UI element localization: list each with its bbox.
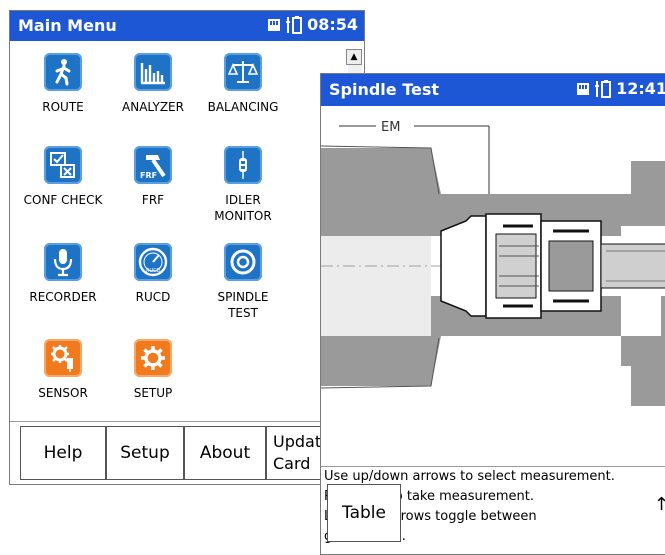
- spindle-icon: [224, 243, 262, 281]
- tile-label: SENSOR: [38, 386, 88, 400]
- tile-label: IDLER MONITOR: [214, 193, 272, 223]
- spindle-diagram: EM: [321, 120, 665, 406]
- spindle-test-tile[interactable]: SPINDLE TEST: [200, 243, 286, 321]
- tile-label: ANALYZER: [122, 100, 184, 114]
- setup-tile[interactable]: SETUP: [110, 339, 196, 401]
- up-arrow-icon[interactable]: ↑: [654, 494, 665, 515]
- gear-icon: [134, 339, 172, 377]
- main-menu-window: Main Menu 08:54 ▲ ROUTE ANALYZER BALANCI…: [9, 10, 365, 485]
- checkbox-list-icon: [44, 146, 82, 184]
- main-menu-title: Main Menu: [18, 16, 117, 35]
- table-button[interactable]: Table: [327, 484, 401, 542]
- sensor-tile[interactable]: SENSOR: [20, 339, 106, 401]
- gauge-dial-icon: RUCD: [134, 243, 172, 281]
- tile-label: RECORDER: [29, 290, 97, 304]
- route-tile[interactable]: ROUTE: [20, 53, 106, 115]
- conf-check-tile[interactable]: CONF CHECK: [20, 146, 106, 208]
- clock: 12:41: [616, 79, 665, 98]
- setup-button[interactable]: Setup: [106, 426, 184, 480]
- spectrum-bars-icon: [134, 53, 172, 91]
- balance-scale-icon: [224, 53, 262, 91]
- roller-sensor-icon: [224, 146, 262, 184]
- spindle-test-titlebar: Spindle Test 12:41: [321, 74, 665, 106]
- spindle-cross-section-drawing: EM: [321, 106, 665, 466]
- frf-tile[interactable]: FRF FRF: [110, 146, 196, 208]
- tile-label: BALANCING: [207, 100, 279, 114]
- battery-icon: [595, 79, 612, 98]
- status-area: 08:54: [267, 15, 358, 34]
- sensor-gear-icon: [44, 339, 82, 377]
- main-menu-button-bar: Help Setup About Update Card: [10, 421, 364, 484]
- tile-label: SETUP: [133, 386, 173, 400]
- analyzer-tile[interactable]: ANALYZER: [110, 53, 196, 115]
- help-button[interactable]: Help: [20, 426, 106, 480]
- spindle-test-window: Spindle Test 12:41 EM Use up/down arrows…: [320, 73, 665, 555]
- battery-icon: [286, 15, 303, 34]
- tile-label: ROUTE: [42, 100, 84, 114]
- memory-card-icon: [268, 18, 281, 31]
- recorder-tile[interactable]: RECORDER: [20, 243, 106, 305]
- rucd-badge-text: RUCD: [146, 268, 161, 274]
- about-button[interactable]: About: [184, 426, 266, 480]
- em-label: EM: [381, 120, 400, 135]
- tile-label: FRF: [141, 193, 165, 207]
- spindle-test-title: Spindle Test: [329, 80, 440, 99]
- hammer-icon: FRF: [134, 146, 172, 184]
- tile-label: CONF CHECK: [23, 193, 103, 207]
- main-menu-titlebar: Main Menu 08:54: [10, 11, 364, 41]
- frf-badge-text: FRF: [140, 171, 157, 180]
- tile-label-selected: SPINDLE TEST: [217, 290, 269, 320]
- walking-person-icon: [44, 53, 82, 91]
- status-area: 12:41: [576, 79, 665, 98]
- memory-card-icon: [577, 82, 590, 95]
- clock: 08:54: [307, 15, 358, 34]
- rucd-tile[interactable]: RUCD RUCD: [110, 243, 196, 305]
- balancing-tile[interactable]: BALANCING: [200, 53, 286, 115]
- scroll-up-button[interactable]: ▲: [346, 49, 362, 65]
- idler-monitor-tile[interactable]: IDLER MONITOR: [200, 146, 286, 224]
- microphone-icon: [44, 243, 82, 281]
- tile-label: RUCD: [135, 290, 171, 304]
